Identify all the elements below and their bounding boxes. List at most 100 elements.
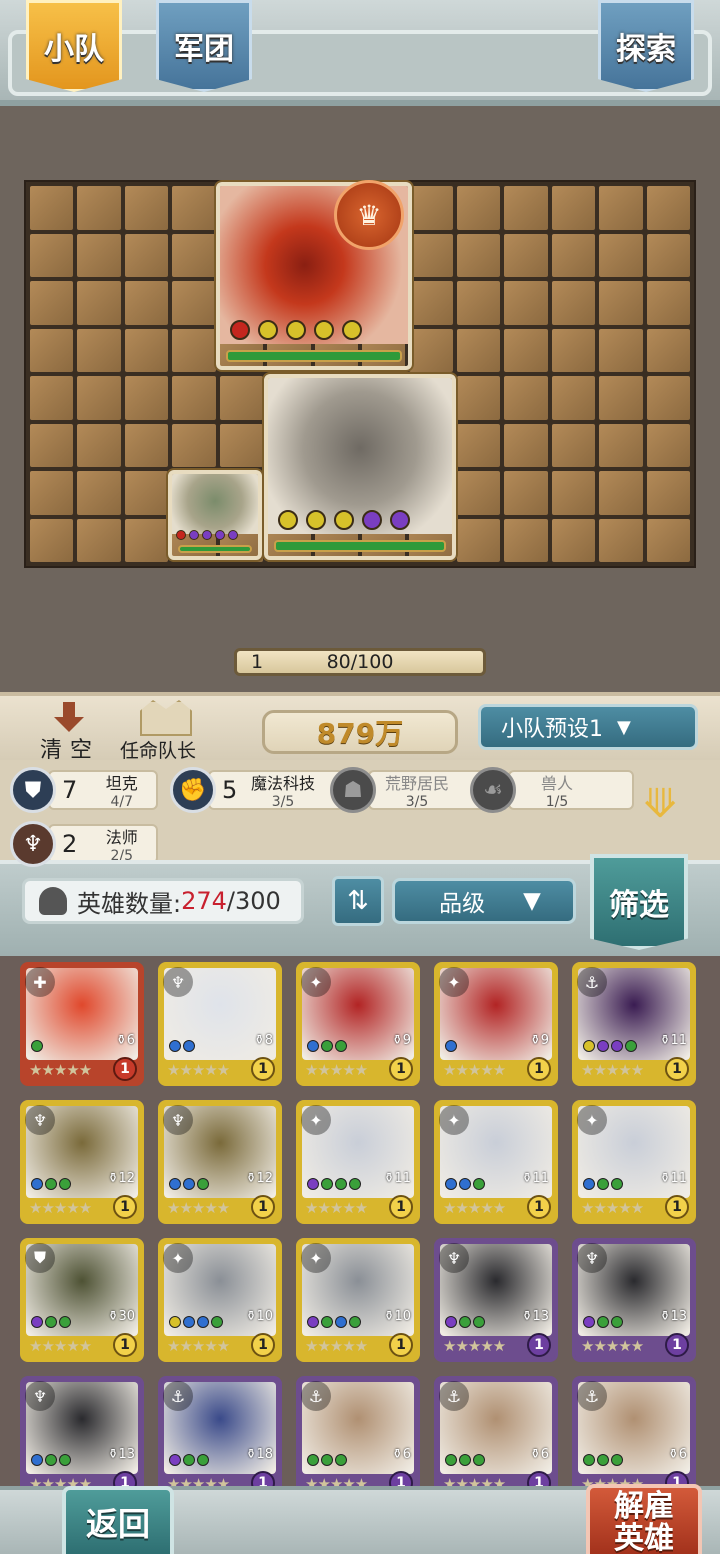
board-cell[interactable] <box>77 186 121 230</box>
hero-card[interactable]: ♆ ⚱12 ★★★★★ 1 <box>158 1100 282 1224</box>
board-cell[interactable] <box>551 328 596 372</box>
board-cell[interactable] <box>172 376 216 420</box>
board-cell[interactable] <box>456 423 501 467</box>
board-cell[interactable] <box>646 186 690 230</box>
board-cell[interactable] <box>172 423 216 467</box>
synergy-mage[interactable]: ♆ 2 法师 2/5 <box>10 821 158 867</box>
hero-card[interactable]: ♆ ⚱13 ★★★★★ 1 <box>572 1238 696 1362</box>
board-cell[interactable] <box>646 518 690 562</box>
board-cell[interactable] <box>504 376 548 420</box>
board-cell[interactable] <box>456 518 501 562</box>
board-cell[interactable] <box>646 423 690 467</box>
board-cell[interactable] <box>409 186 453 230</box>
board-cell[interactable] <box>646 281 690 325</box>
board-cell[interactable] <box>646 376 690 420</box>
back-button[interactable]: 返回 <box>62 1486 174 1554</box>
dismiss-hero-button[interactable]: 解雇 英雄 <box>586 1484 702 1554</box>
hero-list[interactable]: ✚ ⚱6 ★★★★★ 1 ♆ ⚱8 ★★★★★ 1 ✦ ⚱9 ★★★★★ 1 ✦ ⚱9 ★★★★★ 1 ⚓ ⚱11… <box>0 956 720 1486</box>
appoint-captain-button[interactable]: 任命队长 <box>120 700 216 762</box>
tab-squad[interactable]: 小队 <box>26 0 122 92</box>
board-cell[interactable] <box>504 423 548 467</box>
board-cell[interactable] <box>124 186 169 230</box>
board-cell[interactable] <box>599 281 643 325</box>
hero-card[interactable]: ♆ ⚱13 ★★★★★ 1 <box>434 1238 558 1362</box>
board-cell[interactable] <box>551 233 596 277</box>
board-cell[interactable] <box>124 233 169 277</box>
hero-card[interactable]: ✦ ⚱11 ★★★★★ 1 <box>572 1100 696 1224</box>
tab-explore[interactable]: 探索 <box>598 0 694 92</box>
board-cell[interactable] <box>456 233 501 277</box>
board-cell[interactable] <box>30 233 74 277</box>
synergy-expand-icon[interactable]: ⟱ <box>628 774 692 834</box>
hero-card[interactable]: ♆ ⚱13 ★★★★★ 1 <box>20 1376 144 1486</box>
hero-card[interactable]: ⚓ ⚱6 ★★★★★ 1 <box>296 1376 420 1486</box>
board-cell[interactable] <box>124 328 169 372</box>
filter-button[interactable]: 筛选 <box>590 854 688 950</box>
unit-croc[interactable] <box>168 470 262 560</box>
hero-card[interactable]: ⚓ ⚱18 ★★★★★ 1 <box>158 1376 282 1486</box>
board-cell[interactable] <box>504 186 548 230</box>
board-cell[interactable] <box>30 186 74 230</box>
board-cell[interactable] <box>77 233 121 277</box>
board-cell[interactable] <box>551 518 596 562</box>
board-cell[interactable] <box>124 376 169 420</box>
unit-golem[interactable] <box>264 374 456 560</box>
board-cell[interactable] <box>504 233 548 277</box>
clear-button[interactable]: 清空 <box>40 702 106 763</box>
board-cell[interactable] <box>504 328 548 372</box>
hero-card[interactable]: ♆ ⚱12 ★★★★★ 1 <box>20 1100 144 1224</box>
board-cell[interactable] <box>551 471 596 515</box>
tab-legion[interactable]: 军团 <box>156 0 252 92</box>
board-cell[interactable] <box>504 281 548 325</box>
board-cell[interactable] <box>30 518 74 562</box>
hero-card[interactable]: ✚ ⚱6 ★★★★★ 1 <box>20 962 144 1086</box>
hero-card[interactable]: ✦ ⚱9 ★★★★★ 1 <box>434 962 558 1086</box>
board-cell[interactable] <box>172 328 216 372</box>
board-cell[interactable] <box>599 423 643 467</box>
board-cell[interactable] <box>172 233 216 277</box>
board-cell[interactable] <box>599 186 643 230</box>
board-cell[interactable] <box>172 186 216 230</box>
synergy-tank[interactable]: ⛊ 7 坦克 4/7 <box>10 767 158 813</box>
board-cell[interactable] <box>456 186 501 230</box>
board-cell[interactable] <box>77 281 121 325</box>
hero-card[interactable]: ✦ ⚱11 ★★★★★ 1 <box>296 1100 420 1224</box>
board-cell[interactable] <box>504 471 548 515</box>
board-cell[interactable] <box>551 186 596 230</box>
board-cell[interactable] <box>124 423 169 467</box>
board-cell[interactable] <box>409 233 453 277</box>
board-cell[interactable] <box>646 233 690 277</box>
hero-card[interactable]: ⚓ ⚱6 ★★★★★ 1 <box>572 1376 696 1486</box>
board-cell[interactable] <box>77 376 121 420</box>
board-cell[interactable] <box>30 281 74 325</box>
board-cell[interactable] <box>77 423 121 467</box>
board-cell[interactable] <box>599 328 643 372</box>
board-cell[interactable] <box>599 471 643 515</box>
board-cell[interactable] <box>599 376 643 420</box>
board-cell[interactable] <box>30 376 74 420</box>
board-cell[interactable] <box>456 328 501 372</box>
hero-card[interactable]: ✦ ⚱9 ★★★★★ 1 <box>296 962 420 1086</box>
board-cell[interactable] <box>599 518 643 562</box>
sort-order-button[interactable]: ⇅ <box>332 876 384 926</box>
board-cell[interactable] <box>551 423 596 467</box>
hero-card[interactable]: ♆ ⚱8 ★★★★★ 1 <box>158 962 282 1086</box>
board-cell[interactable] <box>646 328 690 372</box>
board-cell[interactable] <box>30 471 74 515</box>
hero-card[interactable]: ✦ ⚱10 ★★★★★ 1 <box>158 1238 282 1362</box>
board-cell[interactable] <box>456 376 501 420</box>
board-cell[interactable] <box>30 328 74 372</box>
board-cell[interactable] <box>551 376 596 420</box>
hero-card[interactable]: ✦ ⚱10 ★★★★★ 1 <box>296 1238 420 1362</box>
board-cell[interactable] <box>409 281 453 325</box>
board-cell[interactable] <box>124 281 169 325</box>
board-cell[interactable] <box>456 471 501 515</box>
board-cell[interactable] <box>30 423 74 467</box>
board-cell[interactable] <box>504 518 548 562</box>
hero-card[interactable]: ⚓ ⚱11 ★★★★★ 1 <box>572 962 696 1086</box>
board-cell[interactable] <box>77 518 121 562</box>
board-cell[interactable] <box>599 233 643 277</box>
synergy-orc[interactable]: ☙ 兽人 1/5 <box>470 767 634 813</box>
sort-quality-select[interactable]: 品级 ▼ <box>392 878 576 924</box>
board-cell[interactable] <box>409 328 453 372</box>
